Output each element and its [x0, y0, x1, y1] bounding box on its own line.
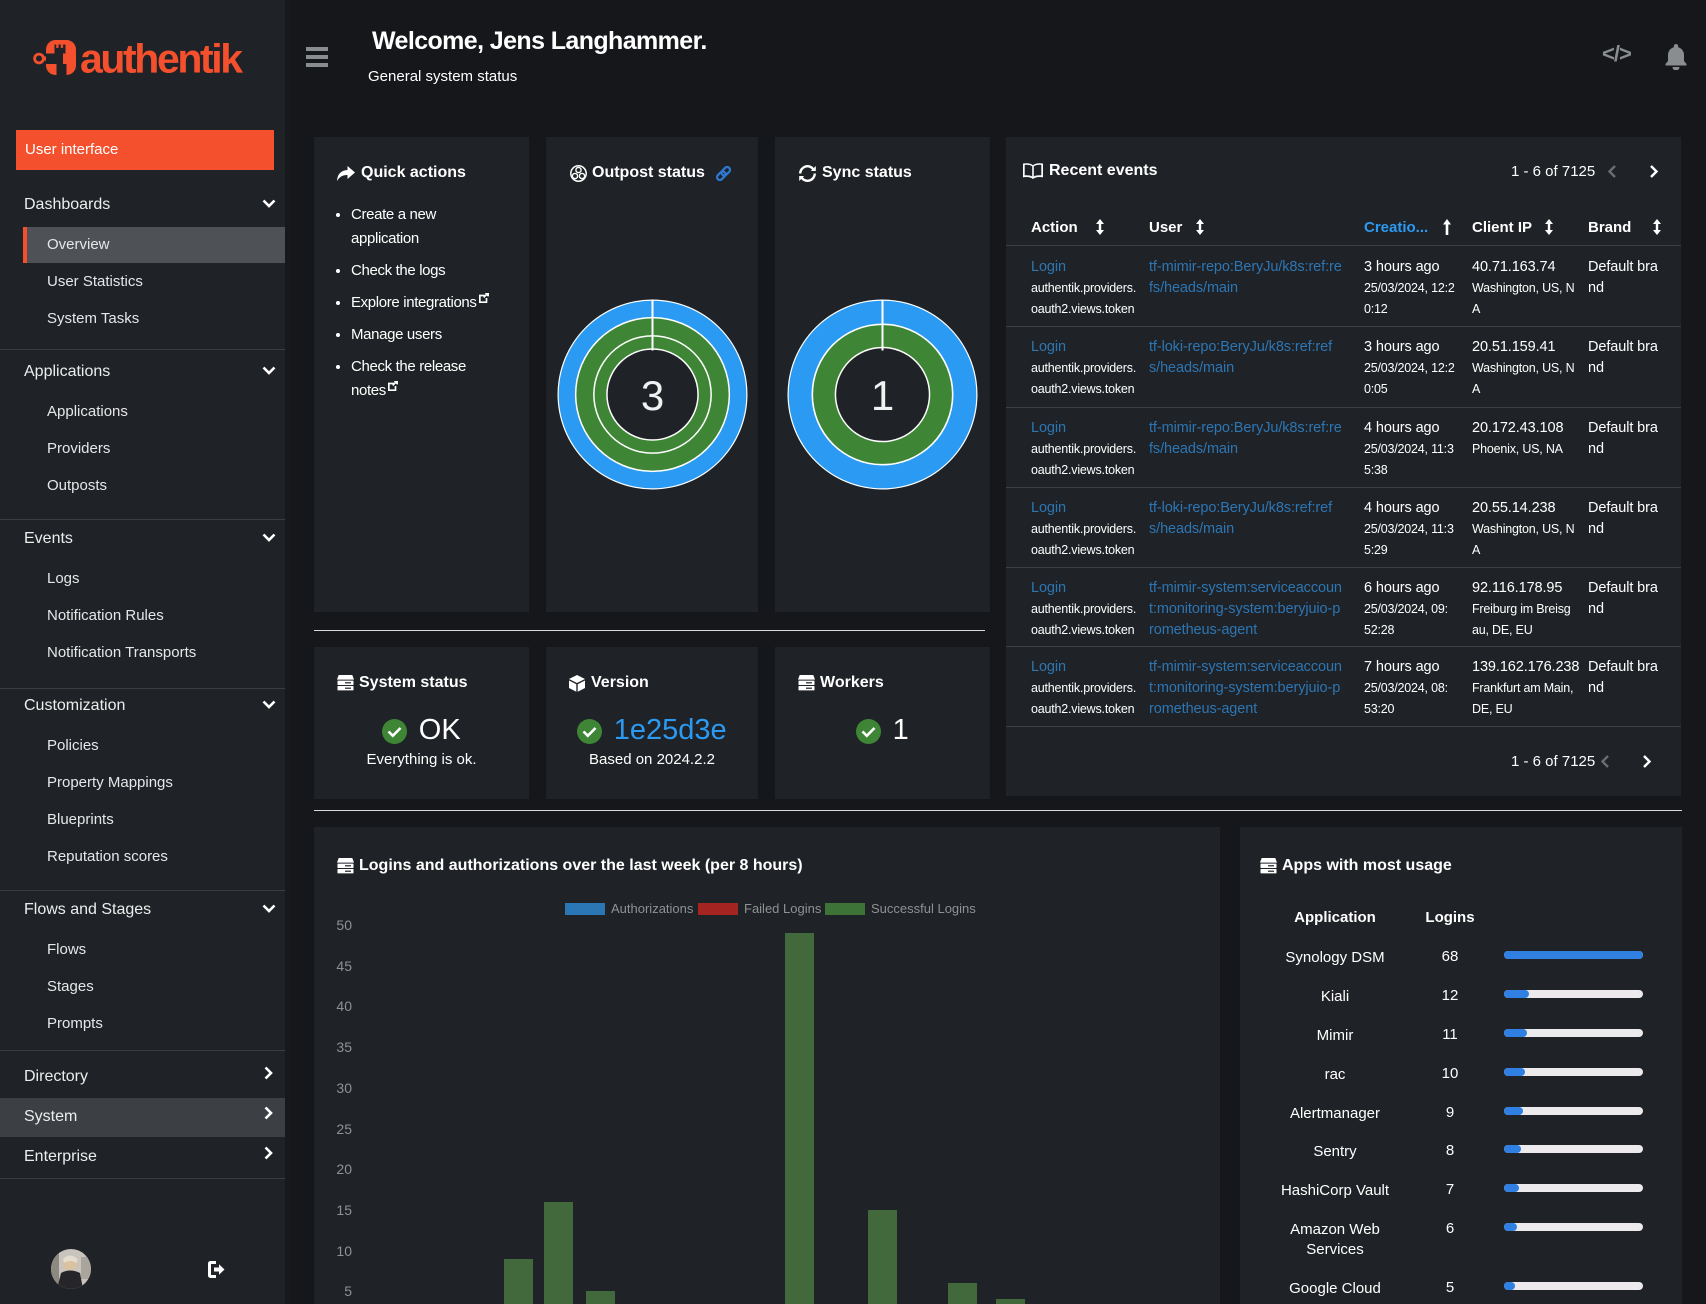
- svg-text:1: 1: [871, 372, 894, 419]
- svg-text:authentik: authentik: [80, 36, 243, 82]
- svg-text:3: 3: [641, 372, 664, 419]
